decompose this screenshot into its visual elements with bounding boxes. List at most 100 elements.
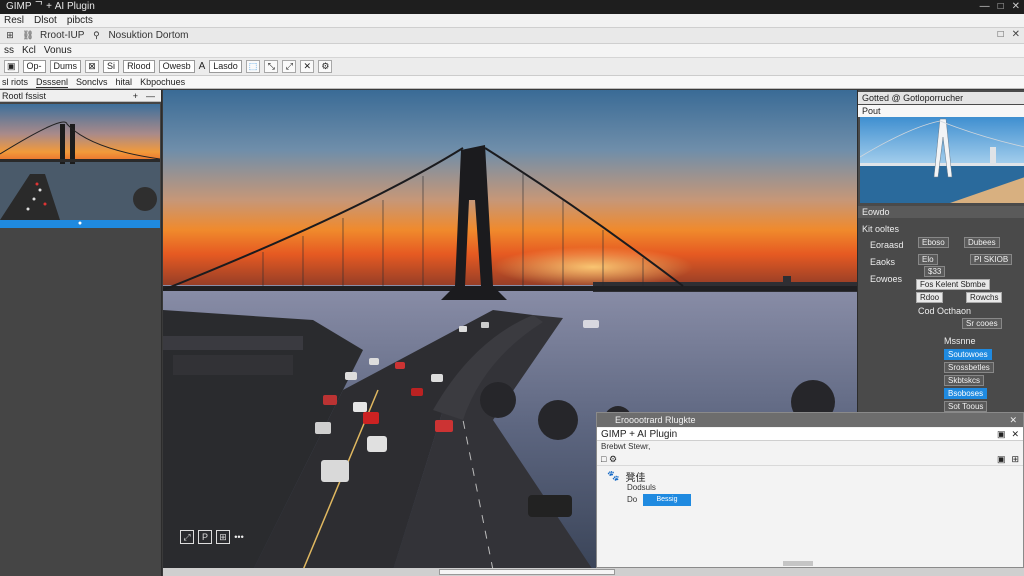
crop-icon[interactable]: ⬚ <box>245 60 261 73</box>
dialog-scroll-thumb[interactable] <box>783 561 813 566</box>
dialog-outer-title-bar: Erooootrard Rlugkte ✕ <box>597 413 1023 427</box>
window-title: GIMP ᄀ + AI Plugin <box>6 1 95 12</box>
view-item-ss[interactable]: ss <box>4 45 14 56</box>
close-icon[interactable]: ✕ <box>1012 29 1020 40</box>
menu-item-pibcts[interactable]: pibcts <box>67 15 93 26</box>
lasdo-field[interactable]: Lasdo <box>209 60 242 73</box>
subtitle-text: Brebwt Stewr, <box>601 442 651 451</box>
cat-icon: 🐾 <box>607 471 620 482</box>
selected-layer-bar[interactable]: ● <box>0 220 160 228</box>
tab-kbpochues[interactable]: Kbpochues <box>140 77 185 87</box>
row-bsoboses-button[interactable]: Bsoboses <box>944 388 988 399</box>
pen-icon[interactable]: P <box>198 530 212 544</box>
text-tool-label[interactable]: A <box>199 61 206 72</box>
row-eoraasd-field[interactable]: Eboso <box>918 237 949 248</box>
toolbar-label-nosuktion[interactable]: Nosuktion Dortom <box>108 30 188 41</box>
expand-icon[interactable]: ⤡ <box>264 60 279 73</box>
tabs-row: sl riots Dsssenl Sonclvs hital Kbpochues <box>0 76 1024 89</box>
plugin-action-button[interactable]: Bessig <box>643 494 691 506</box>
ai-plugin-dialog: Erooootrard Rlugkte ✕ GIMP + AI Plugin ▣… <box>596 412 1024 568</box>
row-srossbetles-field[interactable]: Srossbetles <box>944 362 994 373</box>
row-cod-label: Cod Octhaon <box>918 306 972 316</box>
canvas-tools: ⤢ P ⊞ ••• <box>180 530 244 544</box>
plugin-header-row: 🐾 凳佳 <box>607 469 645 484</box>
section-eowdo-label: Eowdo <box>862 207 890 217</box>
panel-collapse-button[interactable]: — <box>146 90 155 102</box>
toolbar-right-controls: □ ✕ <box>998 29 1020 40</box>
row-sot-field[interactable]: Sot Toous <box>944 401 988 412</box>
close-box-icon[interactable]: ⊠ <box>85 60 100 73</box>
right-panel-header: Gotted @ Gotloporrucher <box>858 92 1024 104</box>
tab-riots[interactable]: sl riots <box>2 77 28 87</box>
menu-item-dlsot[interactable]: Dlsot <box>34 15 57 26</box>
restore-icon[interactable]: □ <box>998 29 1004 40</box>
row-eowoes-field[interactable]: Fos Kelent Sbmbe <box>916 279 990 290</box>
panel-title: Rootl fssist <box>2 91 47 101</box>
owesb-field[interactable]: Owesb <box>158 60 195 73</box>
thumb-label-bar: Pout <box>858 105 1024 117</box>
right-panel-title: Gotted @ Gotloporrucher <box>862 93 964 103</box>
settings-icon[interactable]: ⚙ <box>318 60 333 73</box>
dialog-inner-close-icon[interactable]: ✕ <box>1011 428 1019 441</box>
dialog-image-icon[interactable]: ▣ <box>997 453 1006 466</box>
view-item-kcl[interactable]: Kcl <box>22 45 36 56</box>
layer-thumbnail[interactable] <box>0 104 160 220</box>
selection-marker: ● <box>77 220 83 227</box>
scrollbar-thumb[interactable] <box>439 569 615 575</box>
dialog-title: GIMP + AI Plugin <box>601 429 678 440</box>
dialog-grid-icon[interactable]: ⊞ <box>1011 453 1019 466</box>
dialog-title-bar: GIMP + AI Plugin ▣ ✕ <box>597 428 1023 441</box>
dialog-restore-icon[interactable]: ▣ <box>997 428 1006 441</box>
rlood-field[interactable]: Rlood <box>123 60 155 73</box>
grid-icon[interactable]: ⊞ <box>4 30 16 42</box>
row-eaoks-field2[interactable]: PI SKIOB <box>970 254 1013 265</box>
pin-icon[interactable]: ⚲ <box>90 30 102 42</box>
tab-hital[interactable]: hital <box>116 77 133 87</box>
row-skbtskcs-field[interactable]: Skbtskcs <box>944 375 985 386</box>
section-kit-label: Kit ooltes <box>862 224 900 234</box>
view-item-vonus[interactable]: Vonus <box>44 45 72 56</box>
dialog-subtitle: Brebwt Stewr, <box>597 441 1023 453</box>
toolbar-label-root[interactable]: Rroot-IUP <box>40 30 84 41</box>
row-cod-field[interactable]: Sr cooes <box>962 318 1002 329</box>
row-rdoo-field[interactable]: Rdoo <box>916 292 944 303</box>
window-controls: — □ ✕ <box>980 0 1020 14</box>
maximize-button[interactable]: □ <box>998 0 1004 14</box>
right-thumbnail[interactable] <box>860 117 1024 203</box>
seg-select[interactable]: Si <box>103 60 120 73</box>
horizontal-scrollbar[interactable] <box>163 568 1024 576</box>
secondary-toolbar: ⊞ ⛓ Rroot-IUP ⚲ Nosuktion Dortom □ ✕ <box>0 28 1024 44</box>
tab-dsssenl[interactable]: Dsssenl <box>36 77 69 88</box>
remove-icon[interactable]: ✕ <box>300 60 315 73</box>
menu-item-resl[interactable]: Resl <box>4 15 24 26</box>
tab-sonclvs[interactable]: Sonclvs <box>76 77 108 87</box>
cjk-text: 凳佳 <box>625 473 646 484</box>
thumb-label: Pout <box>862 106 881 116</box>
more-icon[interactable]: ••• <box>234 530 244 544</box>
op-select[interactable]: Op- <box>22 60 46 73</box>
panel-add-button[interactable]: + <box>133 90 138 102</box>
row-rowchs-field[interactable]: Rowchs <box>966 292 1003 303</box>
view-bar: ss Kcl Vonus <box>0 44 1024 58</box>
row-eaoks-sub[interactable]: $33 <box>924 266 946 277</box>
toolbar-square-icon[interactable]: □ <box>601 454 606 464</box>
shrink-icon[interactable]: ⤢ <box>282 60 297 73</box>
row-soutowoes-button[interactable]: Soutowoes <box>944 349 992 360</box>
dialog-toolbar: □ ⚙ ▣ ⊞ <box>597 453 1023 466</box>
row-eoraasd-field2[interactable]: Dubees <box>964 237 1000 248</box>
grid-view-icon[interactable]: ⊞ <box>216 530 230 544</box>
close-button[interactable]: ✕ <box>1012 0 1020 14</box>
dialog-close-icon[interactable]: ✕ <box>1009 413 1017 427</box>
plugin-label: Dodsuls <box>627 483 656 492</box>
expand-view-icon[interactable]: ⤢ <box>180 530 194 544</box>
link-icon[interactable]: ⛓ <box>22 30 34 42</box>
image-icon[interactable]: ▣ <box>4 60 19 73</box>
dums-select[interactable]: Dums <box>49 60 82 73</box>
minimize-button[interactable]: — <box>980 0 990 14</box>
layers-panel: Rootl fssist + — ● <box>0 90 162 576</box>
menu-bar: Resl Dlsot pibcts <box>0 14 1024 28</box>
row-eaoks-label: Eaoks <box>870 257 896 267</box>
row-eaoks-field[interactable]: Elo <box>918 254 938 265</box>
section-eowdo: Eowdo <box>858 206 1024 218</box>
toolbar-gear-icon[interactable]: ⚙ <box>609 454 617 464</box>
